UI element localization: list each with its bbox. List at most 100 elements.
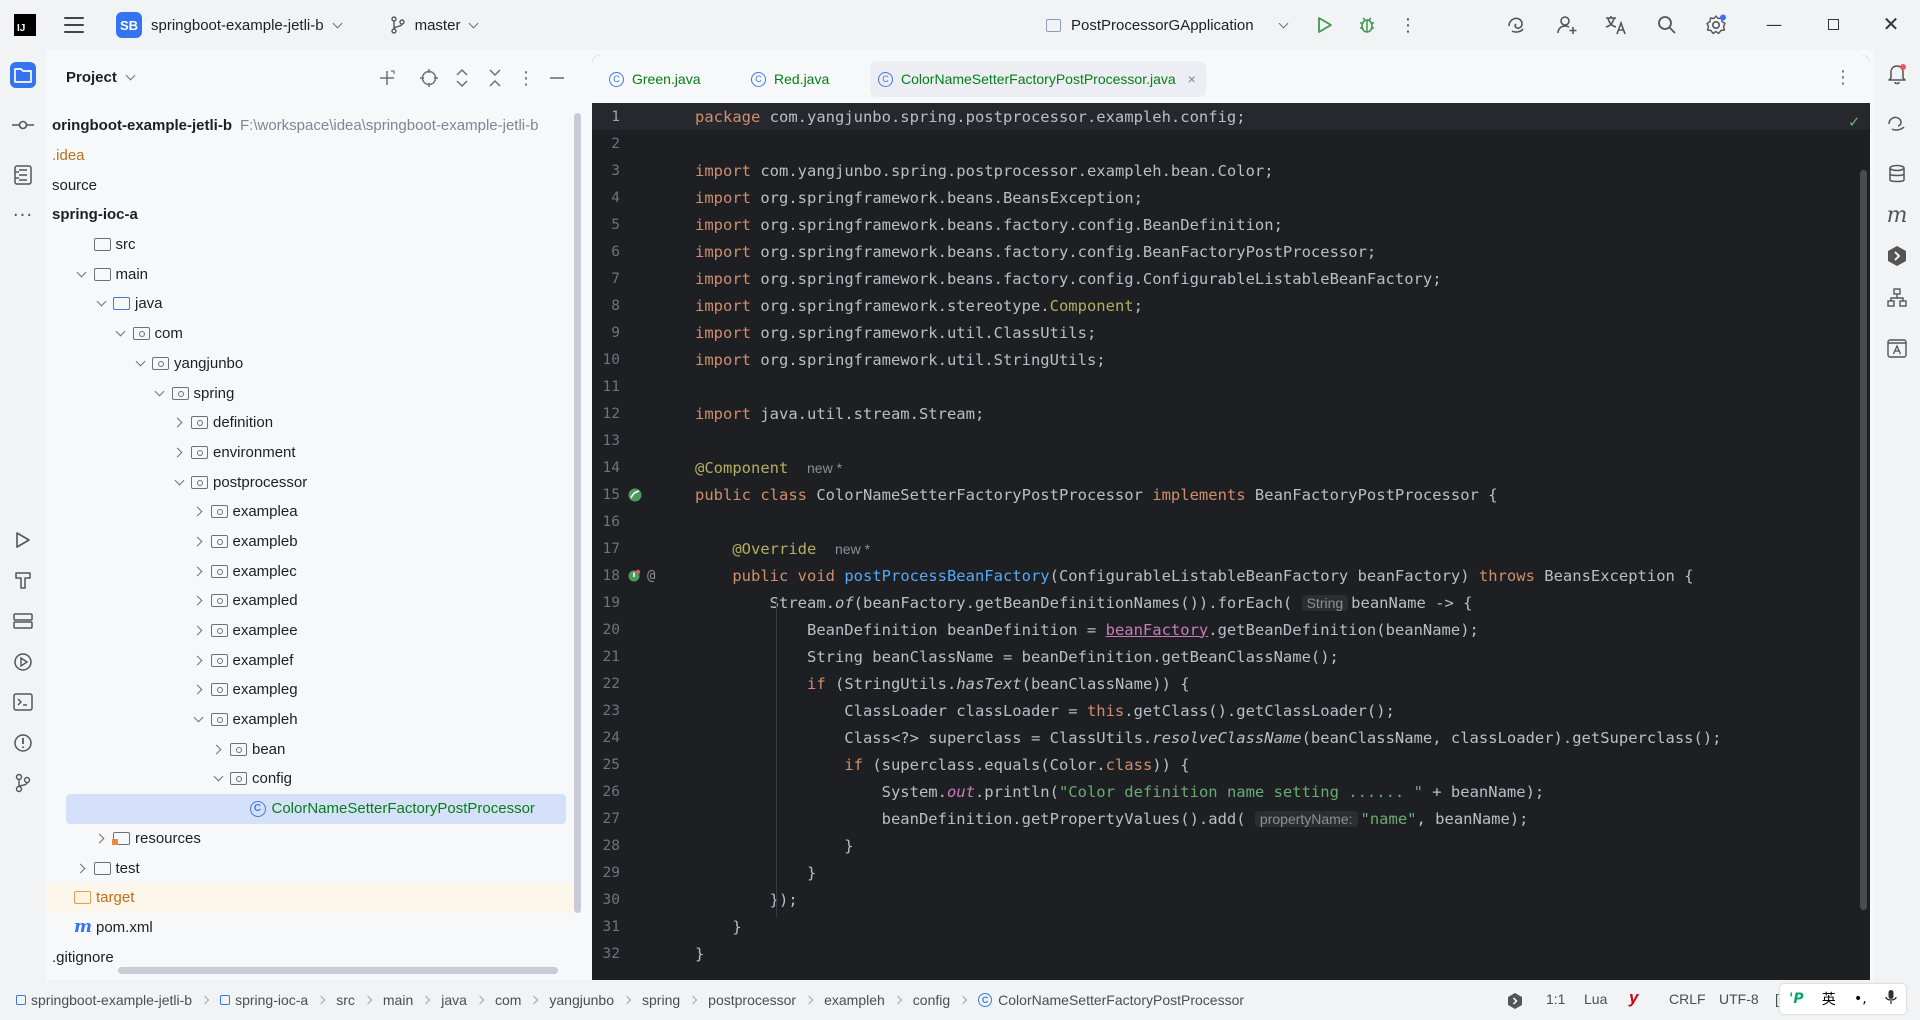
ai-assistant-icon[interactable] xyxy=(1504,13,1528,37)
tree-item[interactable]: src xyxy=(48,230,578,260)
project-tree-hscrollbar[interactable] xyxy=(118,967,558,974)
implements-gutter-icon[interactable] xyxy=(627,569,641,583)
tree-item[interactable]: main xyxy=(48,259,578,289)
override-gutter-icon[interactable]: @ xyxy=(647,568,655,584)
build-tool-icon[interactable] xyxy=(10,567,36,593)
text-tool-icon[interactable] xyxy=(1884,335,1910,361)
chevron-right-icon[interactable] xyxy=(192,654,205,666)
close-window-button[interactable]: ✕ xyxy=(1879,12,1903,36)
project-panel-title[interactable]: Project xyxy=(66,69,117,86)
terminal-tool-icon[interactable] xyxy=(10,689,36,715)
tree-item[interactable]: test xyxy=(48,853,578,883)
editor-scrollbar[interactable] xyxy=(1860,170,1867,910)
services-tool-icon[interactable] xyxy=(10,608,36,634)
chevron-right-icon[interactable] xyxy=(192,625,205,637)
chevron-right-icon[interactable] xyxy=(75,862,88,874)
breadcrumb-item[interactable]: com xyxy=(495,992,521,1008)
more-tools-icon[interactable]: ··· xyxy=(10,202,36,228)
breadcrumb-item[interactable]: postprocessor xyxy=(708,992,796,1008)
settings-gear-icon[interactable] xyxy=(1704,13,1728,37)
tree-item[interactable]: .idea xyxy=(48,141,578,171)
expand-all-icon[interactable] xyxy=(451,67,473,89)
breadcrumb-item[interactable]: src xyxy=(336,992,355,1008)
tree-item[interactable]: m pom.xml xyxy=(48,913,578,943)
tree-item[interactable]: postprocessor xyxy=(48,467,578,497)
chevron-down-icon[interactable] xyxy=(125,70,136,80)
tree-item[interactable]: source xyxy=(48,170,578,200)
plugin-icon[interactable] xyxy=(1884,243,1910,269)
chevron-down-icon[interactable] xyxy=(95,297,107,310)
hide-panel-icon[interactable] xyxy=(546,67,568,89)
no-problems-check-icon[interactable]: ✓ xyxy=(1848,113,1861,131)
tree-item[interactable]: examplec xyxy=(48,556,578,586)
run-config-selector[interactable]: PostProcessorGApplication xyxy=(1046,0,1289,50)
breadcrumb-item[interactable]: java xyxy=(441,992,467,1008)
chevron-right-icon[interactable] xyxy=(192,535,205,547)
chevron-down-icon[interactable] xyxy=(212,772,224,785)
language-selector[interactable]: Lua xyxy=(1584,991,1607,1007)
project-tree-scrollbar[interactable] xyxy=(574,113,581,913)
tree-item[interactable]: exampleb xyxy=(48,527,578,557)
chevron-down-icon[interactable] xyxy=(115,326,127,340)
ime-logo-icon[interactable]: 'P xyxy=(1789,991,1804,1007)
tree-item[interactable]: yangjunbo xyxy=(48,349,578,379)
problems-tool-icon[interactable] xyxy=(10,730,36,756)
structure-tool-icon[interactable] xyxy=(10,162,36,188)
project-tool-icon[interactable] xyxy=(10,62,36,88)
minimize-button[interactable]: — xyxy=(1762,12,1786,36)
microphone-icon[interactable] xyxy=(1885,989,1897,1009)
panel-options-icon[interactable]: ⋮ xyxy=(515,67,537,89)
tree-item[interactable]: exampleg xyxy=(48,675,578,705)
chevron-right-icon[interactable] xyxy=(172,417,185,429)
chevron-right-icon[interactable] xyxy=(94,832,107,844)
git-tool-icon[interactable] xyxy=(10,770,36,796)
translate-icon[interactable] xyxy=(1604,13,1628,37)
tree-item[interactable]: spring xyxy=(48,378,578,408)
ime-language[interactable]: 英 xyxy=(1822,989,1836,1009)
breadcrumb-item[interactable]: spring xyxy=(642,992,680,1008)
plugin-status-icon[interactable] xyxy=(1507,992,1523,1013)
tree-item[interactable]: C ColorNameSetterFactoryPostProcessor xyxy=(66,793,566,824)
breadcrumb-item[interactable]: config xyxy=(913,992,950,1008)
chevron-right-icon[interactable] xyxy=(192,565,205,577)
locate-file-icon[interactable] xyxy=(418,67,440,89)
breadcrumb-item[interactable]: main xyxy=(383,992,413,1008)
tree-item[interactable]: bean xyxy=(48,734,578,764)
tree-item[interactable]: definition xyxy=(48,408,578,438)
line-separator[interactable]: CRLF xyxy=(1669,991,1706,1007)
chevron-right-icon[interactable] xyxy=(211,743,224,755)
tab-options-icon[interactable]: ⋮ xyxy=(1834,67,1852,88)
caret-position[interactable]: 1:1 xyxy=(1546,991,1565,1007)
run-tool-icon[interactable] xyxy=(10,527,36,553)
more-options-icon[interactable]: ⋮ xyxy=(1396,13,1420,37)
bean-gutter-icon[interactable] xyxy=(627,487,643,503)
yjs-plugin-icon[interactable]: y xyxy=(1629,988,1638,1008)
tree-item[interactable]: exampleh xyxy=(48,705,578,735)
chevron-right-icon[interactable] xyxy=(192,684,205,696)
tree-item[interactable]: com xyxy=(48,319,578,349)
tree-item[interactable]: examplef xyxy=(48,645,578,675)
indent-indicator[interactable]: [ xyxy=(1775,991,1779,1007)
chevron-down-icon[interactable] xyxy=(134,356,146,369)
tree-item[interactable]: examplee xyxy=(48,616,578,646)
tab-red-java[interactable]: C Red.java xyxy=(751,61,829,97)
tab-green-java[interactable]: C Green.java xyxy=(609,61,700,97)
tree-item[interactable]: resources xyxy=(48,824,578,854)
tree-item[interactable]: exampled xyxy=(48,586,578,616)
tree-item[interactable]: examplea xyxy=(48,497,578,527)
notifications-icon[interactable] xyxy=(1884,61,1910,87)
collapse-all-icon[interactable] xyxy=(484,67,506,89)
maven-icon[interactable]: m xyxy=(1884,202,1910,228)
breadcrumb-item[interactable]: ColorNameSetterFactoryPostProcessor xyxy=(998,992,1244,1008)
chevron-right-icon[interactable] xyxy=(192,595,205,607)
chevron-down-icon[interactable] xyxy=(154,386,166,399)
ime-punctuation[interactable]: •, xyxy=(1854,991,1867,1007)
hierarchy-icon[interactable] xyxy=(1884,285,1910,311)
run-icon[interactable] xyxy=(1313,13,1337,37)
tree-item[interactable]: oringboot-example-jetli-b F:\workspace\id… xyxy=(48,111,578,141)
tree-item[interactable]: spring-ioc-a xyxy=(48,200,578,230)
chevron-down-icon[interactable] xyxy=(76,267,88,280)
chevron-down-icon[interactable] xyxy=(173,475,185,488)
close-tab-icon[interactable]: × xyxy=(1188,71,1196,87)
chevron-right-icon[interactable] xyxy=(192,506,205,518)
